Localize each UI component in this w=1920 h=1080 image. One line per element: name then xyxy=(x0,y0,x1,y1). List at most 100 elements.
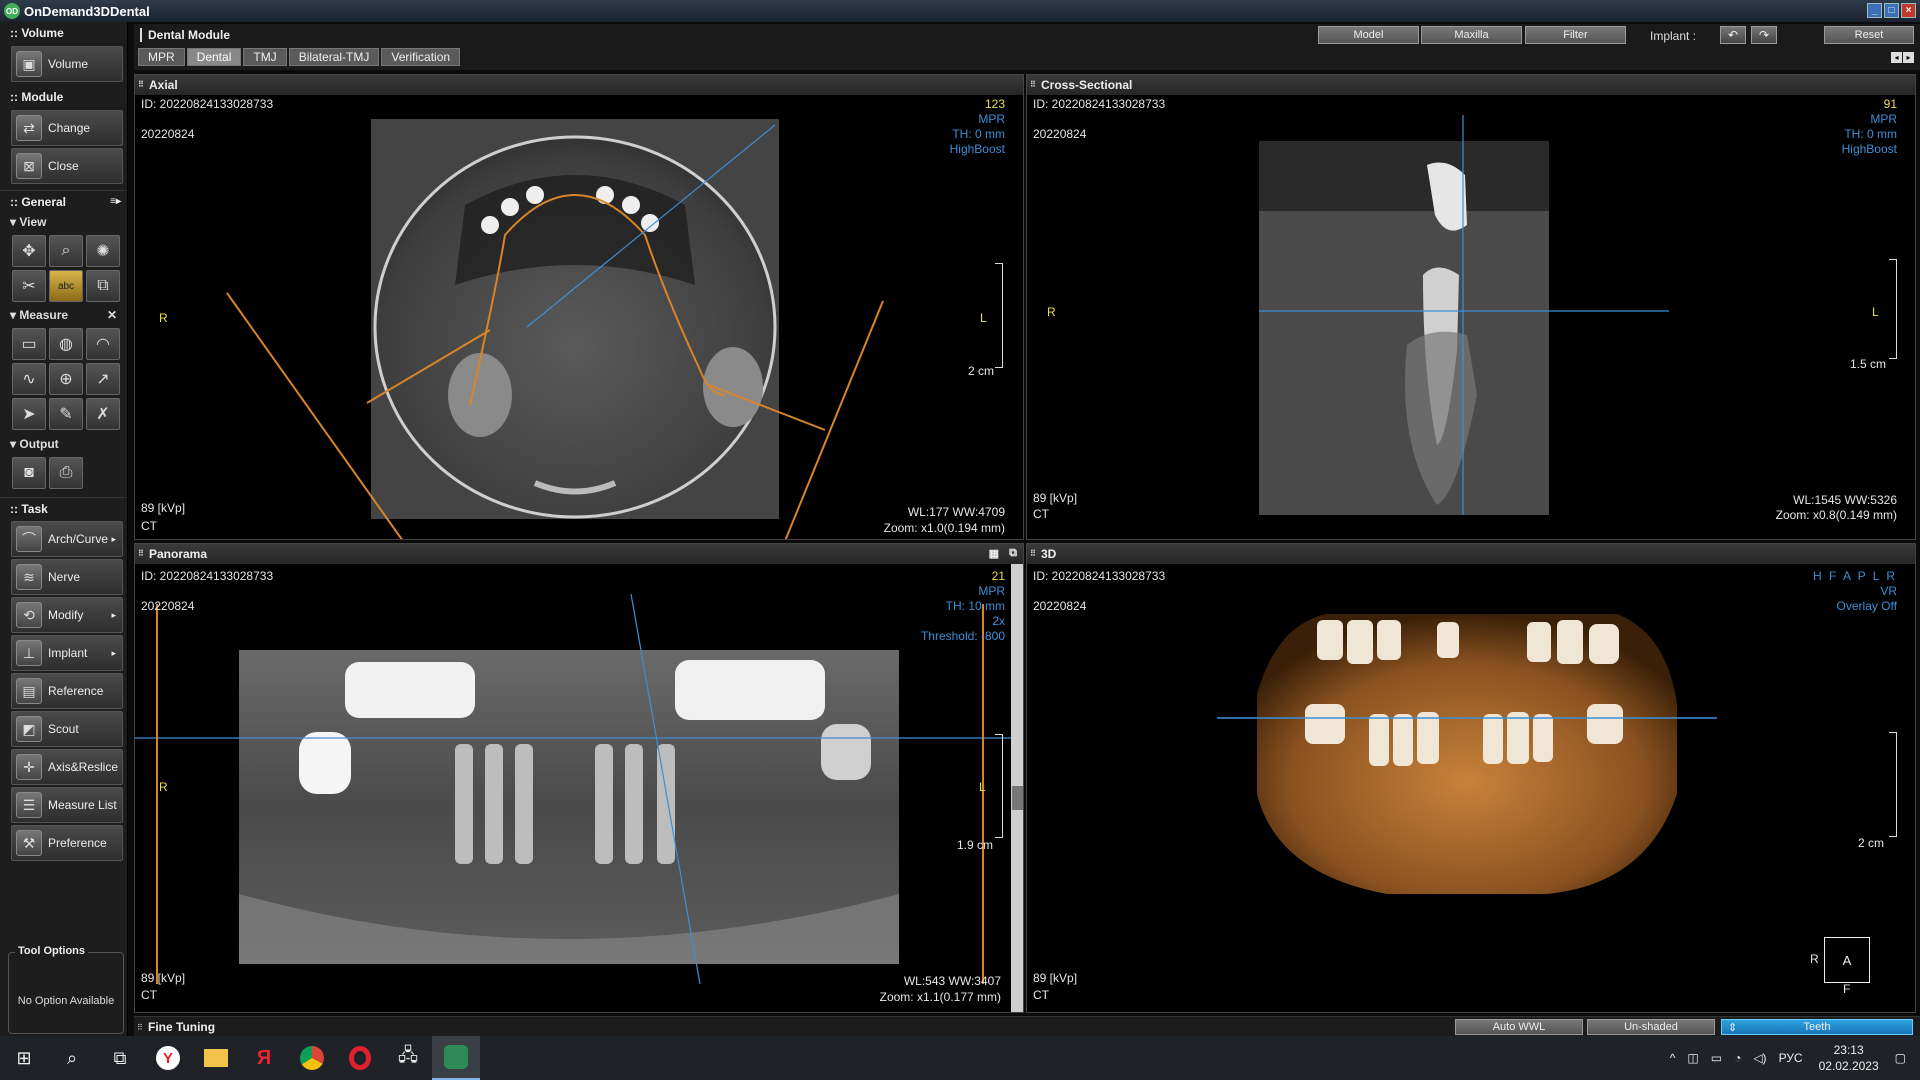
tab-mpr[interactable]: MPR xyxy=(138,48,185,66)
rotate-icon[interactable]: ✂ xyxy=(12,270,46,302)
change-icon: ⇄ xyxy=(16,115,42,141)
change-button[interactable]: ⇄ Change xyxy=(11,110,123,146)
yandex-icon[interactable]: Я xyxy=(240,1036,288,1080)
search-icon[interactable]: ⌕ xyxy=(48,1036,96,1080)
tray-app-icon[interactable]: ◫ xyxy=(1687,1051,1698,1065)
ruler-icon[interactable]: ▭ xyxy=(12,328,46,360)
zoom-icon[interactable]: ⌕ xyxy=(49,235,83,267)
chrome-icon[interactable] xyxy=(288,1036,336,1080)
task-arch-curve-button[interactable]: ⌒ Arch/Curve ▸ xyxy=(11,521,123,557)
cross-kvp: 89 [kVp] xyxy=(1033,491,1078,505)
auto-wwl-button[interactable]: Auto WWL xyxy=(1455,1019,1583,1035)
copy-icon[interactable]: ⧉ xyxy=(86,270,120,302)
volume-button[interactable]: ▣ Volume xyxy=(11,46,123,82)
cross-sectional-viewport[interactable]: ⠿ Cross-Sectional ID: 20220824133028733 2… xyxy=(1026,74,1916,540)
app-title: OnDemand3DDental xyxy=(24,3,150,19)
panorama-l-label: L xyxy=(979,780,986,794)
orientation-cube[interactable]: A xyxy=(1824,937,1870,983)
network-app-icon[interactable]: 🖧 xyxy=(384,1036,432,1080)
brightness-icon[interactable]: ✺ xyxy=(86,235,120,267)
minimize-icon[interactable]: _ xyxy=(1867,3,1882,18)
clock[interactable]: 23:13 02.02.2023 xyxy=(1819,1042,1879,1074)
reference-icon: ▤ xyxy=(16,678,42,704)
submenu-arrow-icon: ▸ xyxy=(111,609,116,620)
task-view-icon[interactable]: ⧉ xyxy=(96,1036,144,1080)
filter-button[interactable]: Filter xyxy=(1525,26,1626,44)
modify-icon: ⟲ xyxy=(16,602,42,628)
panorama-scale-bar xyxy=(995,734,1003,838)
tab-dental[interactable]: Dental xyxy=(186,48,242,66)
panorama-grid-icon[interactable]: ▦ xyxy=(989,547,999,560)
undo-icon[interactable]: ↶ xyxy=(1720,26,1746,44)
arrow-annotation-icon[interactable]: ↗ xyxy=(86,363,120,395)
panorama-th: TH: 10 mm xyxy=(945,599,1005,613)
tab-bilateral-tmj[interactable]: Bilateral-TMJ xyxy=(288,48,380,66)
task-modify-button[interactable]: ⟲ Modify ▸ xyxy=(11,597,123,633)
unshaded-button[interactable]: Un-shaded xyxy=(1587,1019,1715,1035)
scout-icon: ◩ xyxy=(16,716,42,742)
view-tools: ✥ ⌕ ✺ ✂ abc ⧉ xyxy=(12,235,127,302)
axial-wl: WL:177 WW:4709 xyxy=(907,505,1005,519)
language-indicator[interactable]: РУС xyxy=(1779,1051,1803,1065)
task-implant-button[interactable]: ⊥ Implant ▸ xyxy=(11,635,123,671)
general-menu-icon[interactable]: ≡▸ xyxy=(110,196,121,207)
axial-id: ID: 20220824133028733 xyxy=(141,97,274,111)
cross-header: ⠿ Cross-Sectional xyxy=(1027,75,1915,95)
volume-icon[interactable]: ◁) xyxy=(1753,1051,1766,1065)
pointer-icon[interactable]: ➤ xyxy=(12,398,46,430)
tab-tmj[interactable]: TMJ xyxy=(243,48,287,66)
task-axis-reslice-button[interactable]: ✛ Axis&Reslice xyxy=(11,749,123,785)
pan-icon[interactable]: ✥ xyxy=(12,235,46,267)
camera-icon[interactable]: ◙ xyxy=(12,457,46,489)
task-reference-button[interactable]: ▤ Reference xyxy=(11,673,123,709)
print-icon[interactable]: ⎙ xyxy=(49,457,83,489)
task-nerve-button[interactable]: ≋ Nerve xyxy=(11,559,123,595)
cross-filter: HighBoost xyxy=(1841,142,1897,156)
windows-start-icon[interactable]: ⊞ xyxy=(0,1036,48,1080)
arrow-left-icon[interactable]: ◂ xyxy=(1891,52,1902,63)
yandex-browser-icon[interactable]: Y xyxy=(144,1036,192,1080)
wifi-icon[interactable]: ◔ xyxy=(1734,1051,1741,1065)
profile-icon[interactable]: ∿ xyxy=(12,363,46,395)
fine-tuning-title: Fine Tuning xyxy=(148,1020,216,1034)
maximize-icon[interactable]: □ xyxy=(1884,3,1899,18)
close-button[interactable]: ⊠ Close xyxy=(11,148,123,184)
file-explorer-icon[interactable] xyxy=(192,1036,240,1080)
3d-viewport[interactable]: ⠿ 3D ID: 20220824133028733 20220824 H F A… xyxy=(1026,543,1916,1013)
left-sidebar: :: Volume ▣ Volume :: Module ⇄ Change ⊠ … xyxy=(0,22,128,1036)
windows-taskbar: ⊞ ⌕ ⧉ Y Я 🖧 ^ ◫ ▭ ◔ ◁) РУС 23:13 02.02.2… xyxy=(0,1036,1920,1080)
annotation-text-icon[interactable]: abc xyxy=(49,270,83,302)
panorama-scroll-thumb[interactable] xyxy=(1012,786,1023,810)
3d-orientation-buttons[interactable]: H F A P L R xyxy=(1813,569,1897,584)
notification-icon[interactable]: ▢ xyxy=(1895,1051,1906,1065)
teeth-preset-select[interactable]: ⇕ Teeth xyxy=(1721,1019,1913,1035)
measure-settings-icon[interactable]: ✕ xyxy=(107,308,117,322)
tray-expand-icon[interactable]: ^ xyxy=(1670,1051,1676,1065)
app-logo-icon: OD xyxy=(4,3,20,19)
axial-scale-bar xyxy=(995,263,1003,368)
panorama-viewport[interactable]: ⠿ Panorama ▦ ⧉ ID: 20220824133028733 2022… xyxy=(134,543,1024,1013)
task-measure-list-button[interactable]: ☰ Measure List xyxy=(11,787,123,823)
submenu-arrow-icon: ▸ xyxy=(111,647,116,658)
redo-icon[interactable]: ↷ xyxy=(1751,26,1777,44)
ondemand3d-taskbar-icon[interactable] xyxy=(432,1036,480,1080)
opera-icon[interactable] xyxy=(336,1036,384,1080)
axial-viewport[interactable]: ⠿ Axial ID: 20220824133028733 20220824 12… xyxy=(134,74,1024,540)
angle-icon[interactable]: ◠ xyxy=(86,328,120,360)
battery-icon[interactable]: ▭ xyxy=(1711,1051,1722,1065)
panorama-expand-icon[interactable]: ⧉ xyxy=(1009,547,1017,560)
pen-icon[interactable]: ✎ xyxy=(49,398,83,430)
task-preference-button[interactable]: ⚒ Preference xyxy=(11,825,123,861)
globe-icon[interactable]: ⊕ xyxy=(49,363,83,395)
area-icon[interactable]: ◍ xyxy=(49,328,83,360)
task-scout-button[interactable]: ◩ Scout xyxy=(11,711,123,747)
measure-header: ▾ Measure ✕ xyxy=(10,308,117,322)
maxilla-button[interactable]: Maxilla xyxy=(1421,26,1522,44)
arrow-right-icon[interactable]: ▸ xyxy=(1903,52,1914,63)
delete-icon[interactable]: ✗ xyxy=(86,398,120,430)
close-window-icon[interactable]: × xyxy=(1901,3,1916,18)
module-header: :: Module xyxy=(10,90,64,104)
model-button[interactable]: Model xyxy=(1318,26,1419,44)
tab-verification[interactable]: Verification xyxy=(381,48,461,66)
reset-button[interactable]: Reset xyxy=(1824,26,1914,44)
